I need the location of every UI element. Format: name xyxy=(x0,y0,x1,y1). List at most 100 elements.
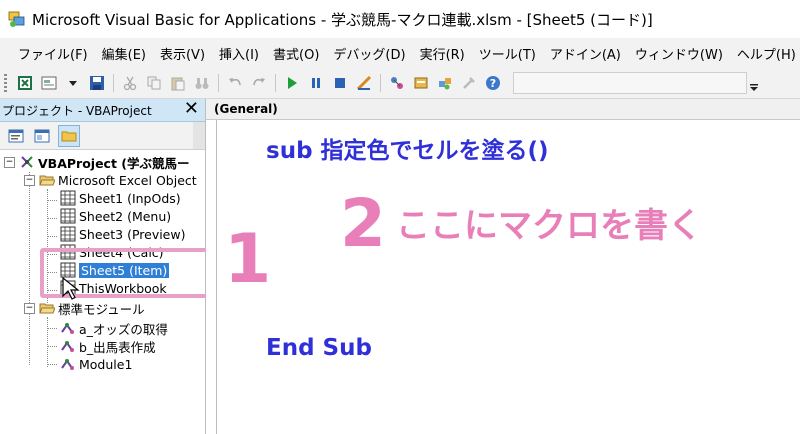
redo-button[interactable] xyxy=(251,75,267,91)
menu-addins[interactable]: アドイン(A) xyxy=(550,44,621,63)
design-mode-button[interactable] xyxy=(356,75,372,91)
scissors-icon xyxy=(123,76,137,91)
annotation-text-2: ここにマクロを書く xyxy=(396,206,702,246)
code-margin-indicator[interactable] xyxy=(206,120,217,434)
save-button[interactable] xyxy=(89,75,105,91)
standard-toolbar: ? xyxy=(0,68,800,99)
tree-folder-objects[interactable]: − Microsoft Excel Object xyxy=(24,171,197,189)
copy-icon xyxy=(147,76,161,90)
tree-connector xyxy=(47,346,57,347)
redo-icon xyxy=(253,78,265,86)
view-code-button[interactable] xyxy=(6,126,26,146)
dropdown-arrow-icon xyxy=(69,81,77,86)
tree-connector xyxy=(47,364,57,365)
menu-insert[interactable]: 挿入(I) xyxy=(219,44,259,63)
toolbar-separator xyxy=(113,74,114,92)
insert-userform-button[interactable] xyxy=(41,75,57,91)
project-explorer-title: プロジェクト - VBAProject xyxy=(2,103,152,118)
properties-button[interactable] xyxy=(413,75,429,91)
tree-connector xyxy=(47,218,57,219)
paste-button[interactable] xyxy=(170,75,186,91)
tree-connector xyxy=(47,317,48,367)
module-icon xyxy=(61,323,74,334)
folder-open-icon xyxy=(39,175,55,186)
annotation-number-1: 1 xyxy=(224,220,272,299)
tree-folder-modules-label: 標準モジュール xyxy=(58,301,145,317)
menu-run[interactable]: 実行(R) xyxy=(420,44,465,63)
cut-button[interactable] xyxy=(122,75,138,91)
tree-item-sheet1[interactable]: Sheet1 (InpOds) xyxy=(60,189,181,207)
run-button[interactable] xyxy=(284,75,300,91)
copy-button[interactable] xyxy=(146,75,162,91)
toolbar-separator xyxy=(380,74,381,92)
toolbox-icon xyxy=(463,77,475,89)
collapse-icon[interactable]: − xyxy=(24,174,35,186)
help-icon: ? xyxy=(486,76,500,90)
toolbar-overflow-icon xyxy=(750,84,758,91)
close-icon[interactable]: ✕ xyxy=(184,100,199,118)
collapse-icon[interactable]: − xyxy=(4,156,15,168)
toolbar-separator xyxy=(275,74,276,92)
tree-folder-objects-label: Microsoft Excel Object xyxy=(58,172,197,188)
find-button[interactable] xyxy=(194,75,210,91)
title-bar: Microsoft Visual Basic for Applications … xyxy=(0,0,800,38)
undo-button[interactable] xyxy=(227,75,243,91)
tree-item-sheet2[interactable]: Sheet2 (Menu) xyxy=(60,207,171,225)
worksheet-icon xyxy=(60,226,76,242)
code-end-sub[interactable]: End Sub xyxy=(266,335,372,361)
object-browser-button[interactable] xyxy=(437,75,453,91)
tree-item-label: Module1 xyxy=(79,356,133,372)
tree-connector xyxy=(29,172,30,365)
code-window[interactable]: (General) sub 指定色でセルを塗る() End Sub xyxy=(206,99,800,434)
menu-format[interactable]: 書式(O) xyxy=(273,44,319,63)
menu-tools[interactable]: ツール(T) xyxy=(479,44,536,63)
pause-button[interactable] xyxy=(308,75,324,91)
object-selector[interactable]: (General) xyxy=(206,99,800,120)
stop-icon xyxy=(335,78,345,88)
toolbar-grip[interactable] xyxy=(4,74,7,92)
location-combo[interactable] xyxy=(513,72,747,94)
menu-debug[interactable]: デバッグ(D) xyxy=(333,44,405,63)
stop-button[interactable] xyxy=(332,75,348,91)
mouse-cursor-icon xyxy=(62,277,80,300)
tree-item-sheet3[interactable]: Sheet3 (Preview) xyxy=(60,225,185,243)
menu-help[interactable]: ヘルプ(H) xyxy=(737,44,796,63)
pane-scrollbar[interactable] xyxy=(193,122,205,149)
tree-item-module-b[interactable]: b_出馬表作成 xyxy=(60,337,156,355)
view-code-icon xyxy=(8,129,24,142)
undo-icon xyxy=(229,78,241,86)
toolbar-overflow[interactable] xyxy=(749,73,759,93)
tree-folder-modules[interactable]: − 標準モジュール xyxy=(24,299,145,317)
worksheet-icon xyxy=(60,208,76,224)
play-icon xyxy=(288,77,297,89)
module-icon xyxy=(61,359,74,370)
project-explorer-toolbar xyxy=(0,122,205,150)
properties-icon xyxy=(414,77,428,89)
view-object-button[interactable] xyxy=(32,126,52,146)
tree-connector xyxy=(47,328,57,329)
project-explorer-button[interactable] xyxy=(389,75,405,91)
tree-item-module-a[interactable]: a_オッズの取得 xyxy=(60,319,168,337)
toolbox-button[interactable] xyxy=(461,75,477,91)
module-icon xyxy=(61,341,74,352)
insert-dropdown-arrow[interactable] xyxy=(65,75,81,91)
tree-item-module1[interactable]: Module1 xyxy=(60,355,132,373)
view-object-icon xyxy=(34,129,50,142)
menu-view[interactable]: 表示(V) xyxy=(160,44,205,63)
code-sub-declaration[interactable]: sub 指定色でセルを塗る() xyxy=(266,131,549,165)
collapse-icon[interactable]: − xyxy=(24,302,35,314)
paste-icon xyxy=(171,77,185,91)
menu-bar: ファイル(F) 編集(E) 表示(V) 挿入(I) 書式(O) デバッグ(D) … xyxy=(0,38,800,68)
vba-app-icon xyxy=(8,11,25,27)
view-excel-button[interactable] xyxy=(17,75,33,91)
tree-root[interactable]: − VBAProject (学ぶ競馬ー xyxy=(4,153,190,171)
folder-open-icon xyxy=(39,303,55,314)
project-explorer-header: プロジェクト - VBAProject ✕ xyxy=(0,99,205,122)
menu-window[interactable]: ウィンドウ(W) xyxy=(635,44,723,63)
tree-item-label: a_オッズの取得 xyxy=(79,321,168,337)
menu-edit[interactable]: 編集(E) xyxy=(102,44,146,63)
help-button[interactable]: ? xyxy=(485,75,501,91)
toggle-folders-button[interactable] xyxy=(58,124,80,147)
menu-file[interactable]: ファイル(F) xyxy=(18,44,88,63)
tree-item-label: Sheet3 (Preview) xyxy=(79,226,186,242)
